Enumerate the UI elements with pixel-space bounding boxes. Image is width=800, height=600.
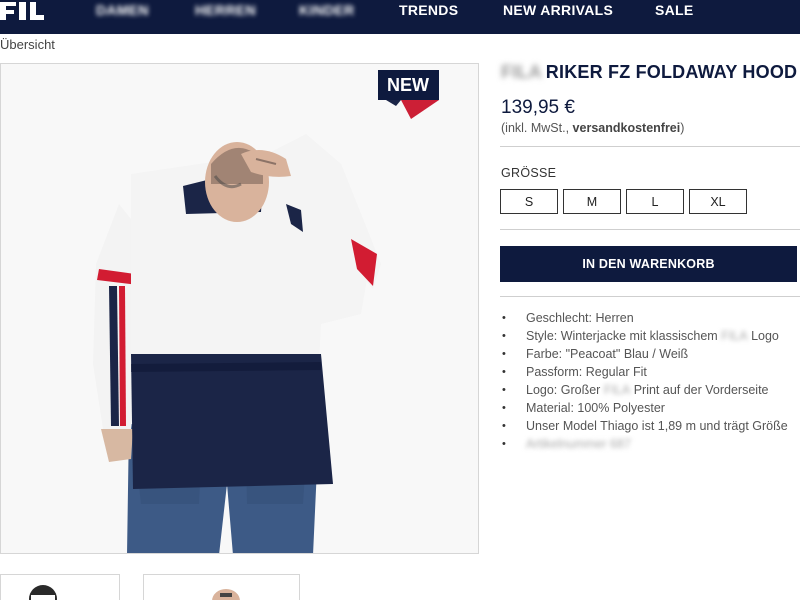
thumbnail-2[interactable] — [143, 574, 300, 600]
feature-style-suffix: Logo — [747, 329, 779, 343]
product-title: FILA RIKER FZ FOLDAWAY HOOD — [501, 62, 797, 83]
size-button-xl[interactable]: XL — [689, 189, 747, 214]
nav-item-kinder[interactable]: KINDER — [299, 2, 354, 18]
feature-logo-suffix: Print auf der Vorderseite — [630, 383, 769, 397]
size-button-m[interactable]: M — [563, 189, 621, 214]
feature-logo-brand: FILA — [603, 383, 631, 397]
feature-item-gender: Geschlecht: Herren — [500, 309, 800, 327]
nav-item-new-arrivals[interactable]: NEW ARRIVALS — [503, 2, 613, 18]
feature-item-model: Unser Model Thiago ist 1,89 m und trägt … — [500, 417, 800, 435]
nav-item-damen[interactable]: DAMEN — [96, 2, 149, 18]
tax-note-shipping: versandkostenfrei — [572, 121, 681, 135]
feature-style-brand: FILA — [721, 329, 748, 343]
divider — [500, 229, 800, 230]
divider — [500, 296, 800, 297]
feature-item-article: Artikelnummer 687 — [500, 435, 800, 453]
feature-item-fit: Passform: Regular Fit — [500, 363, 800, 381]
size-button-l[interactable]: L — [626, 189, 684, 214]
size-button-s[interactable]: S — [500, 189, 558, 214]
feature-item-color: Farbe: "Peacoat" Blau / Weiß — [500, 345, 800, 363]
thumbnail-1[interactable] — [0, 574, 120, 600]
jacket-photo: NEW — [1, 64, 478, 553]
tax-note-prefix: (inkl. MwSt., — [501, 121, 573, 135]
product-title-brand: FILA — [501, 62, 542, 82]
breadcrumb-back-link[interactable]: Übersicht — [0, 37, 55, 52]
product-title-text: RIKER FZ FOLDAWAY HOOD — [545, 62, 798, 82]
nav-item-herren[interactable]: HERREN — [195, 2, 256, 18]
tax-note-suffix: ) — [680, 121, 685, 135]
feature-item-material: Material: 100% Polyester — [500, 399, 800, 417]
add-to-cart-button[interactable]: IN DEN WARENKORB — [500, 246, 797, 282]
feature-logo-text: Logo: Großer — [526, 383, 604, 397]
top-navigation: DAMEN HERREN KINDER TRENDS NEW ARRIVALS … — [0, 0, 800, 34]
nav-item-trends[interactable]: TRENDS — [399, 2, 458, 18]
feature-style-text: Style: Winterjacke mit klassischem — [526, 329, 722, 343]
new-badge-label: NEW — [387, 75, 429, 95]
nav-item-sale[interactable]: SALE — [655, 2, 694, 18]
divider — [500, 146, 800, 147]
feature-article-text: Artikelnummer 687 — [526, 437, 631, 451]
brand-logo[interactable] — [0, 0, 48, 20]
product-main-image[interactable]: NEW — [0, 63, 479, 554]
feature-list: Geschlecht: Herren Style: Winterjacke mi… — [500, 309, 800, 453]
product-price: 139,95 € — [501, 97, 575, 118]
feature-item-style: Style: Winterjacke mit klassischem FILA … — [500, 327, 800, 345]
feature-item-logo: Logo: Großer FILA Print auf der Vorderse… — [500, 381, 800, 399]
tax-note: (inkl. MwSt., versandkostenfrei) — [501, 121, 684, 135]
size-label: GRÖSSE — [501, 166, 557, 180]
